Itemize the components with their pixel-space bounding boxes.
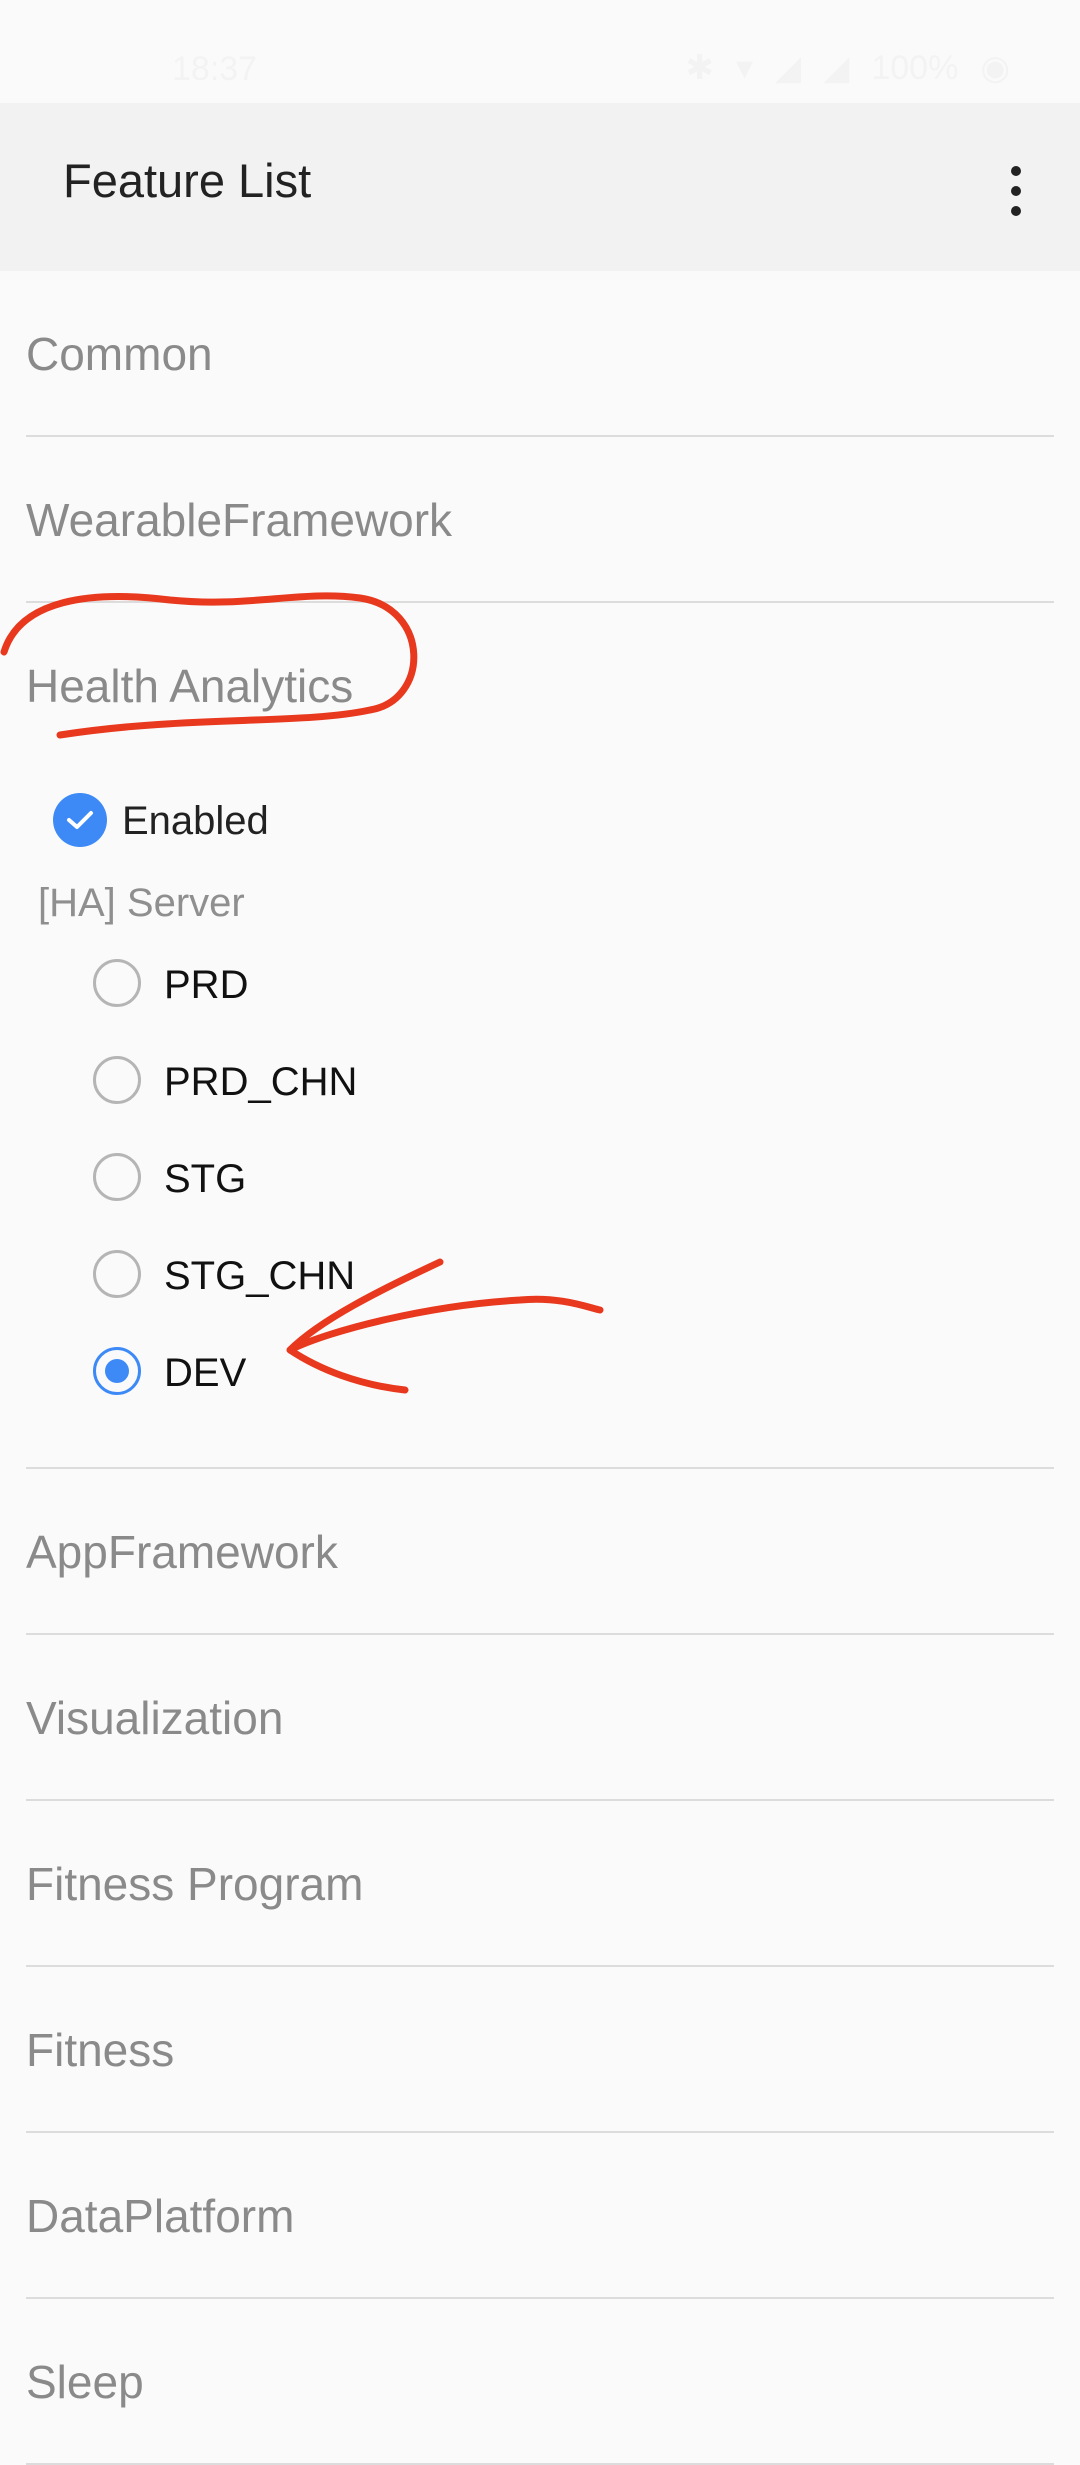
bluetooth-icon: ✱ xyxy=(685,49,714,87)
radio-button[interactable] xyxy=(93,1250,141,1298)
radio-button[interactable] xyxy=(93,1056,141,1104)
app-bar: Feature List xyxy=(0,103,1080,271)
page-title: Feature List xyxy=(63,154,312,207)
section-label: DataPlatform xyxy=(26,2190,295,2242)
radio-button[interactable] xyxy=(93,959,141,1007)
wifi-icon: ▾ xyxy=(735,49,754,87)
section-label: Sleep xyxy=(26,2356,144,2408)
section-dataplatform[interactable]: DataPlatform xyxy=(26,2133,1054,2299)
enabled-label: Enabled xyxy=(122,799,269,843)
status-icons: ✱ ▾ ◢ ◢ 100% ◉ xyxy=(685,48,1010,88)
feature-list: Common WearableFramework Health Analytic… xyxy=(0,271,1080,2465)
section-wearableframework[interactable]: WearableFramework xyxy=(26,437,1054,603)
server-group-label: [HA] Server xyxy=(38,881,245,925)
radio-label: PRD xyxy=(164,963,249,1007)
section-fitness-program[interactable]: Fitness Program xyxy=(26,1801,1054,1967)
radio-label: STG xyxy=(164,1157,247,1201)
radio-option-prd[interactable]: PRD xyxy=(93,953,593,1033)
section-health-analytics: Health Analytics Enabled [HA] Server PRD… xyxy=(26,603,1054,1469)
overflow-dot-icon xyxy=(1011,206,1021,216)
section-label: Visualization xyxy=(26,1692,284,1744)
more-options-button[interactable] xyxy=(986,141,1046,241)
radio-option-prd-chn[interactable]: PRD_CHN xyxy=(93,1050,593,1130)
section-label: Common xyxy=(26,328,213,380)
overflow-dot-icon xyxy=(1011,186,1021,196)
section-common[interactable]: Common xyxy=(26,271,1054,437)
radio-option-stg-chn[interactable]: STG_CHN xyxy=(93,1244,593,1324)
radio-label: DEV xyxy=(164,1351,247,1395)
section-label[interactable]: Health Analytics xyxy=(26,659,353,713)
section-appframework[interactable]: AppFramework xyxy=(26,1469,1054,1635)
status-time: 18:37 xyxy=(172,50,258,88)
signal-icon: ◢ xyxy=(775,49,802,87)
overflow-dot-icon xyxy=(1011,166,1021,176)
battery-percent: 100% xyxy=(871,48,959,87)
enabled-checkbox[interactable] xyxy=(53,793,107,847)
radio-option-stg[interactable]: STG xyxy=(93,1147,593,1227)
signal-icon-2: ◢ xyxy=(823,49,850,87)
status-bar: 18:37 ✱ ▾ ◢ ◢ 100% ◉ xyxy=(0,0,1080,103)
radio-label: PRD_CHN xyxy=(164,1060,358,1104)
section-sleep[interactable]: Sleep xyxy=(26,2299,1054,2465)
section-fitness[interactable]: Fitness xyxy=(26,1967,1054,2133)
check-icon xyxy=(67,811,93,829)
radio-label: STG_CHN xyxy=(164,1254,356,1298)
radio-button[interactable] xyxy=(93,1153,141,1201)
battery-icon: ◉ xyxy=(980,49,1010,87)
section-label: WearableFramework xyxy=(26,494,453,546)
section-label: Fitness Program xyxy=(26,1858,364,1910)
radio-option-dev[interactable]: DEV xyxy=(93,1341,593,1421)
section-visualization[interactable]: Visualization xyxy=(26,1635,1054,1801)
radio-button-selected[interactable] xyxy=(93,1347,141,1395)
section-label: AppFramework xyxy=(26,1526,338,1578)
section-label: Fitness xyxy=(26,2024,175,2076)
